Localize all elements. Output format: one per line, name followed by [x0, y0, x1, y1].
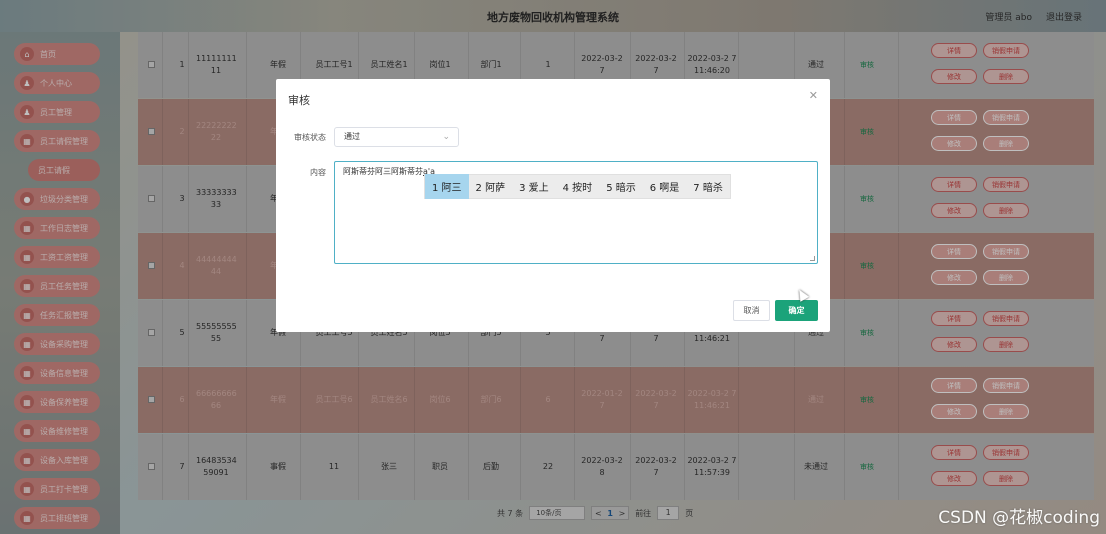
- resize-handle[interactable]: [810, 256, 815, 261]
- content-text: 阿斯蒂芬阿三阿斯蒂芬: [343, 167, 423, 176]
- status-label: 审核状态: [294, 133, 326, 142]
- confirm-button[interactable]: 确定: [775, 300, 818, 321]
- ime-candidate[interactable]: 3 爱上: [512, 174, 556, 199]
- status-select-value: 通过: [344, 132, 360, 141]
- review-dialog: 审核 ✕ 审核状态 通过 ⌄ 内容 阿斯蒂芬阿三阿斯蒂芬a'a 1 阿三 2 阿萨…: [276, 79, 830, 332]
- ime-candidate[interactable]: 6 啊是: [643, 174, 687, 199]
- ime-candidate[interactable]: 4 按时: [556, 174, 600, 199]
- content-label: 内容: [310, 168, 326, 177]
- close-icon[interactable]: ✕: [809, 89, 818, 102]
- ime-candidate[interactable]: 7 暗杀: [686, 174, 730, 199]
- status-select[interactable]: 通过 ⌄: [334, 127, 459, 147]
- chevron-down-icon: ⌄: [442, 132, 450, 142]
- cancel-button[interactable]: 取消: [733, 300, 770, 321]
- ime-candidate[interactable]: 1 阿三: [425, 174, 469, 199]
- ime-candidate[interactable]: 2 阿萨: [469, 174, 513, 199]
- ime-candidate-bar: 1 阿三 2 阿萨 3 爱上 4 按时 5 暗示 6 啊是 7 暗杀: [424, 174, 731, 199]
- watermark: CSDN @花椒coding: [938, 508, 1100, 528]
- ime-candidate[interactable]: 5 暗示: [599, 174, 643, 199]
- dialog-title: 审核: [288, 94, 310, 107]
